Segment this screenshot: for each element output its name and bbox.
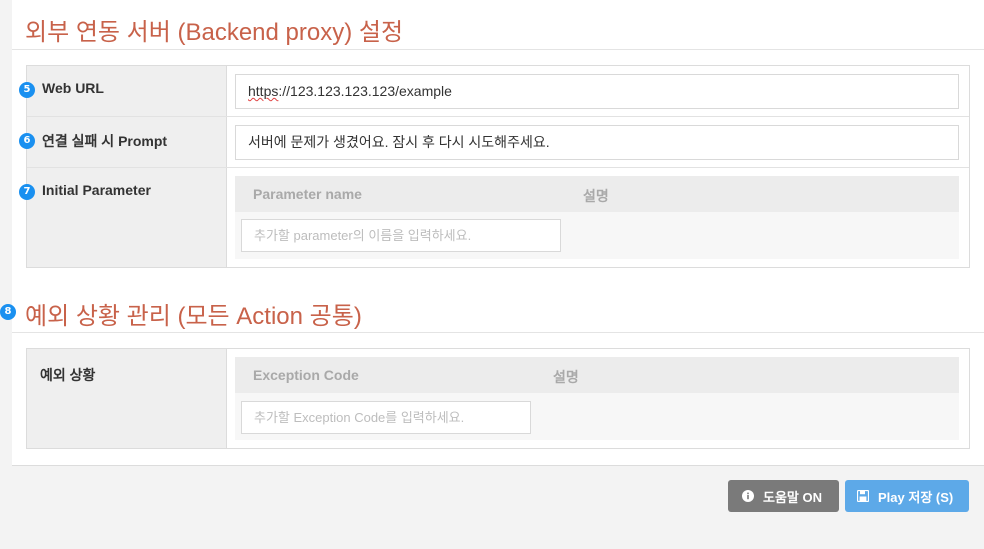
web-url-row: Web URL https://123.123.123.123/example xyxy=(27,66,969,117)
play-save-button[interactable]: Play 저장 (S) xyxy=(845,480,969,512)
help-toggle-button[interactable]: 도움말 ON xyxy=(728,480,839,512)
web-url-label-cell: Web URL xyxy=(27,66,227,116)
exception-table: Exception Code 설명 추가할 Exception Code를 입력… xyxy=(235,357,959,440)
backend-section-divider xyxy=(12,49,984,50)
initial-parameter-content: Parameter name 설명 추가할 parameter의 이름을 입력하… xyxy=(227,168,969,267)
exception-label: 예외 상황 xyxy=(40,367,96,383)
help-button-label: 도움말 ON xyxy=(763,489,822,505)
badge-8: 8 xyxy=(0,304,16,320)
exception-section-title: 예외 상황 관리 (모든 Action 공통) xyxy=(25,303,362,330)
exception-code-column: Exception Code xyxy=(253,367,359,383)
exception-content: Exception Code 설명 추가할 Exception Code를 입력… xyxy=(227,349,969,448)
info-circle-icon xyxy=(742,490,754,502)
settings-panel: 외부 연동 서버 (Backend proxy) 설정 Web URL http… xyxy=(12,0,984,465)
parameter-table-header: Parameter name 설명 xyxy=(235,176,959,212)
backend-section-title: 외부 연동 서버 (Backend proxy) 설정 xyxy=(25,19,404,46)
web-url-label: Web URL xyxy=(42,80,104,96)
parameter-table: Parameter name 설명 추가할 parameter의 이름을 입력하… xyxy=(235,176,959,259)
web-url-value-prefix: https xyxy=(248,83,279,99)
exception-section-divider xyxy=(12,332,984,333)
fail-prompt-label-cell: 연결 실패 시 Prompt xyxy=(27,117,227,167)
play-button-label: Play 저장 (S) xyxy=(878,489,954,505)
initial-parameter-label-cell: Initial Parameter xyxy=(27,168,227,267)
parameter-name-column: Parameter name xyxy=(253,186,362,202)
exception-code-input[interactable]: 추가할 Exception Code를 입력하세요. xyxy=(241,401,531,434)
exception-table-header: Exception Code 설명 xyxy=(235,357,959,393)
parameter-desc-column: 설명 xyxy=(583,188,609,204)
fail-prompt-input[interactable]: 서버에 문제가 생겼어요. 잠시 후 다시 시도해주세요. xyxy=(235,125,959,160)
fail-prompt-label: 연결 실패 시 Prompt xyxy=(42,133,168,149)
badge-5: 5 xyxy=(19,82,35,98)
fail-prompt-content: 서버에 문제가 생겼어요. 잠시 후 다시 시도해주세요. xyxy=(227,117,969,167)
exception-row: 예외 상황 Exception Code 설명 추가할 Exception Co… xyxy=(27,349,969,448)
web-url-value-rest: ://123.123.123.123/example xyxy=(278,83,452,99)
badge-7: 7 xyxy=(19,184,35,200)
exception-desc-column: 설명 xyxy=(553,369,579,385)
initial-parameter-label: Initial Parameter xyxy=(42,182,151,198)
exception-label-cell: 예외 상황 xyxy=(27,349,227,448)
web-url-input[interactable]: https://123.123.123.123/example xyxy=(235,74,959,109)
fail-prompt-row: 연결 실패 시 Prompt 서버에 문제가 생겼어요. 잠시 후 다시 시도해… xyxy=(27,117,969,168)
initial-parameter-row: Initial Parameter Parameter name 설명 추가할 … xyxy=(27,168,969,267)
floppy-disk-icon xyxy=(857,490,869,502)
web-url-content: https://123.123.123.123/example xyxy=(227,66,969,116)
exception-form: 예외 상황 Exception Code 설명 추가할 Exception Co… xyxy=(26,348,970,449)
parameter-name-input[interactable]: 추가할 parameter의 이름을 입력하세요. xyxy=(241,219,561,252)
badge-6: 6 xyxy=(19,133,35,149)
backend-form: Web URL https://123.123.123.123/example … xyxy=(26,65,970,268)
